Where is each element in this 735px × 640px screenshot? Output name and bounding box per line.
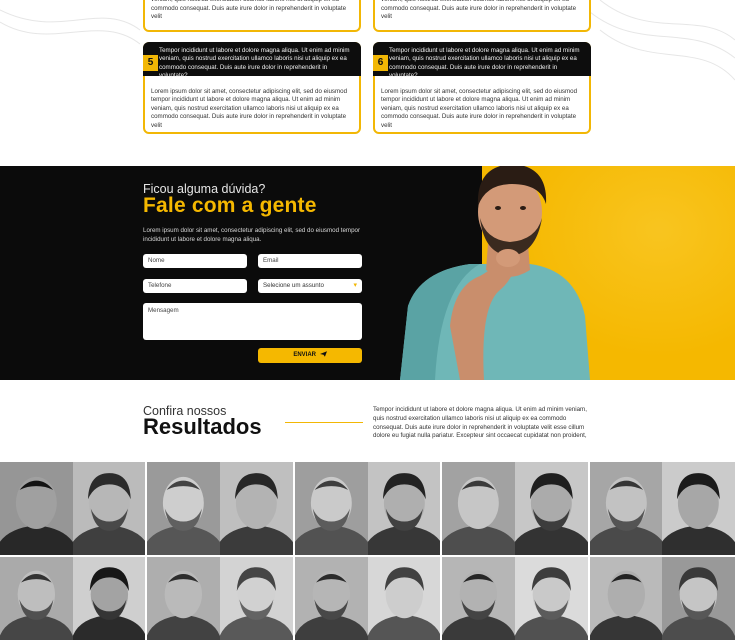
message-field[interactable]: [143, 303, 362, 340]
faq-card-6: Tempor incididunt ut labore et dolore ma…: [373, 42, 591, 134]
portrait-silhouette: [72, 473, 146, 555]
subject-select[interactable]: Selecione um assunto ▾: [258, 279, 362, 293]
after-photo: [220, 557, 293, 640]
portrait-silhouette: [442, 476, 515, 555]
before-after-photo[interactable]: [442, 462, 588, 555]
portrait-silhouette: [72, 567, 146, 640]
portrait-silhouette: [589, 476, 663, 555]
before-photo: [442, 557, 515, 640]
subject-select-value: Selecione um assunto: [263, 282, 324, 289]
portrait-silhouette: [514, 473, 588, 555]
portrait-silhouette: [662, 567, 735, 640]
portrait-silhouette: [367, 473, 441, 555]
paper-plane-icon: [319, 351, 327, 357]
before-after-gallery: [0, 462, 735, 640]
portrait-silhouette: [442, 570, 515, 640]
faq-card-number: 6: [373, 55, 388, 71]
results-description: Tempor incididunt ut labore et dolore ma…: [373, 406, 587, 440]
send-button-label: ENVIAR: [293, 352, 316, 358]
portrait-silhouette: [514, 567, 588, 640]
contact-section: Ficou alguma dúvida? Fale com a gente Lo…: [0, 166, 735, 380]
portrait-silhouette: [0, 570, 73, 640]
after-photo: [514, 557, 588, 640]
before-photo: [0, 557, 73, 640]
before-photo: [147, 557, 221, 640]
phone-field[interactable]: [143, 279, 247, 293]
portrait-silhouette: [147, 476, 221, 555]
before-after-photo[interactable]: [589, 557, 735, 640]
before-photo: [294, 462, 368, 555]
results-divider: [285, 422, 363, 423]
after-photo: [662, 557, 735, 640]
faq-card-text: veniam, quis nostrud exercitation ullamc…: [151, 0, 347, 21]
after-photo: [72, 557, 146, 640]
contact-title: Fale com a gente: [143, 194, 317, 217]
before-after-photo[interactable]: [0, 557, 146, 640]
faq-card-question: Tempor incididunt ut labore et dolore ma…: [373, 42, 591, 79]
portrait-silhouette: [294, 570, 368, 640]
faq-card-number: 5: [143, 55, 158, 71]
before-after-photo[interactable]: [442, 557, 588, 640]
before-after-photo[interactable]: [294, 462, 441, 555]
chevron-down-icon: ▾: [353, 282, 357, 289]
portrait-silhouette: [367, 567, 441, 640]
faq-card-5: Tempor incididunt ut labore et dolore ma…: [143, 42, 361, 134]
before-photo: [0, 462, 73, 555]
after-photo: [662, 462, 735, 555]
thinking-man-photo: [400, 166, 590, 380]
email-field[interactable]: [258, 254, 362, 268]
before-after-photo[interactable]: [589, 462, 735, 555]
before-photo: [442, 462, 515, 555]
before-photo: [147, 462, 221, 555]
before-after-photo[interactable]: [294, 557, 441, 640]
faq-question-text: Tempor incididunt ut labore et dolore ma…: [159, 47, 350, 80]
before-after-photo[interactable]: [147, 462, 293, 555]
portrait-silhouette: [662, 473, 735, 555]
results-section: Confira nossos Resultados Tempor incidid…: [0, 380, 735, 462]
before-photo: [589, 557, 663, 640]
portrait-silhouette: [0, 476, 73, 555]
portrait-silhouette: [220, 473, 293, 555]
before-photo: [589, 462, 663, 555]
faq-answer-text: Lorem ipsum dolor sit amet, consectetur …: [151, 88, 348, 129]
contact-description: Lorem ipsum dolor sit amet, consectetur …: [143, 227, 361, 243]
before-after-photo[interactable]: [147, 557, 293, 640]
before-photo: [294, 557, 368, 640]
faq-card-question: Tempor incididunt ut labore et dolore ma…: [143, 42, 361, 79]
faq-answer-text: Lorem ipsum dolor sit amet, consectetur …: [381, 88, 578, 129]
after-photo: [72, 462, 146, 555]
results-title: Resultados: [143, 414, 262, 439]
portrait-silhouette: [147, 570, 221, 640]
portrait-silhouette: [220, 567, 293, 640]
faq-question-text: Tempor incididunt ut labore et dolore ma…: [389, 47, 580, 80]
after-photo: [514, 462, 588, 555]
faq-card-4-stub: veniam, quis nostrud exercitation ullamc…: [143, 0, 361, 32]
before-after-photo[interactable]: [0, 462, 146, 555]
portrait-silhouette: [589, 570, 663, 640]
name-field[interactable]: [143, 254, 247, 268]
portrait-silhouette: [294, 476, 368, 555]
background-wave-lines: [0, 0, 735, 81]
faq-card-text: veniam, quis nostrud exercitation ullamc…: [381, 0, 577, 21]
after-photo: [220, 462, 293, 555]
after-photo: [367, 557, 441, 640]
faq-cards-section: veniam, quis nostrud exercitation ullamc…: [0, 0, 735, 166]
send-button[interactable]: ENVIAR: [258, 348, 362, 363]
faq-card-stub: veniam, quis nostrud exercitation ullamc…: [373, 0, 591, 32]
after-photo: [367, 462, 441, 555]
